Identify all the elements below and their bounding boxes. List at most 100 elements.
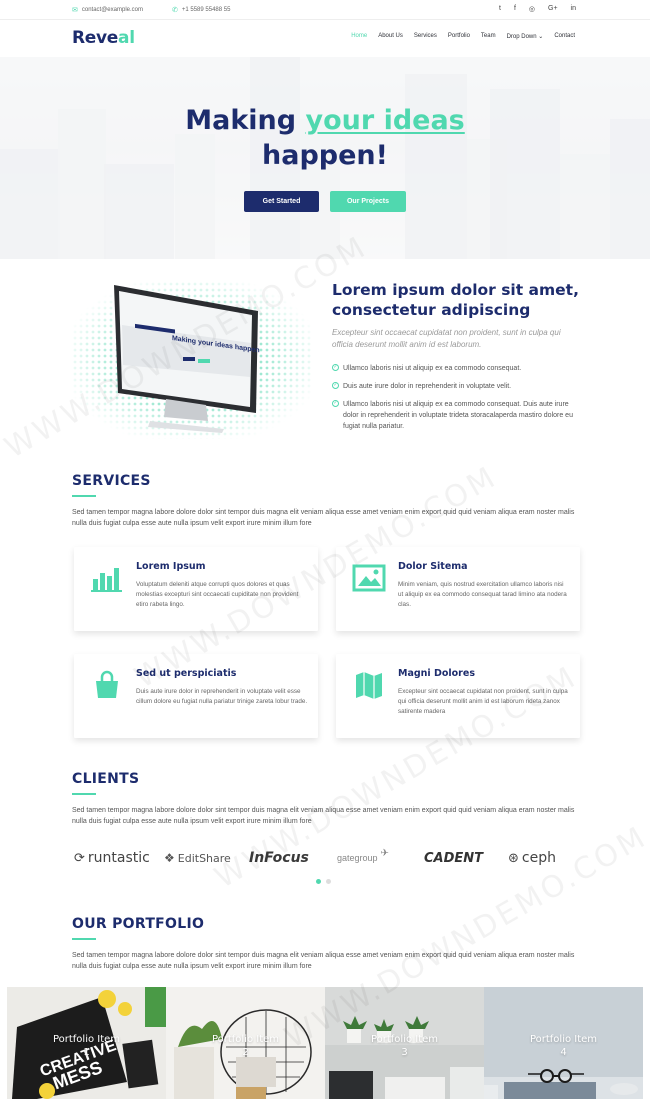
envelope-icon: ✉ xyxy=(72,7,78,14)
portfolio-item-title: Portfolio Item 3 xyxy=(325,1033,484,1059)
service-card[interactable]: Dolor Sitema Minim veniam, quis nostrud … xyxy=(336,547,580,631)
phone-text: +1 5589 55488 55 xyxy=(181,7,231,13)
carousel-dot-active[interactable] xyxy=(316,879,321,884)
google-plus-icon[interactable]: G+ xyxy=(548,5,558,13)
service-title: Dolor Sitema xyxy=(398,561,468,572)
check-text: Ullamco laboris nisi ut aliquip ex ea co… xyxy=(343,401,573,430)
client-logo-editshare[interactable]: ❖ EditShare xyxy=(164,846,231,870)
about-check-list: ✓ Ullamco laboris nisi ut aliquip ex ea c… xyxy=(332,363,582,439)
portfolio-title: OUR PORTFOLIO xyxy=(72,916,205,932)
main-nav: Home About Us Services Portfolio Team Dr… xyxy=(351,33,575,40)
portfolio-item-number: 3 xyxy=(401,1047,408,1058)
monitor-illustration: Making your ideas happen xyxy=(72,281,312,439)
section-underline xyxy=(72,938,96,940)
hero-title-accent: your ideas xyxy=(305,105,465,136)
nav-home[interactable]: Home xyxy=(351,33,367,40)
list-item: ✓ Ullamco laboris nisi ut aliquip ex ea c… xyxy=(332,399,582,432)
section-underline xyxy=(72,495,96,497)
service-card[interactable]: Lorem Ipsum Voluptatum deleniti atque co… xyxy=(74,547,318,631)
top-bar: ✉ contact@example.com ✆ +1 5589 55488 55… xyxy=(0,0,650,20)
about-title: Lorem ipsum dolor sit amet, consectetur … xyxy=(332,281,579,319)
portfolio-item[interactable]: Portfolio Item 3 xyxy=(325,987,484,1099)
nav-drop-down-label: Drop Down xyxy=(506,34,537,40)
section-underline xyxy=(72,793,96,795)
services-title: SERVICES xyxy=(72,473,151,489)
nav-drop-down[interactable]: Drop Down ⌄ xyxy=(507,33,544,40)
service-card[interactable]: Sed ut perspiciatis Duis aute irure dolo… xyxy=(74,654,318,738)
client-logo-runtastic[interactable]: ⟳ runtastic xyxy=(74,846,150,870)
list-item: ✓ Duis aute irure dolor in reprehenderit … xyxy=(332,381,582,392)
carousel-pagination xyxy=(316,879,331,884)
hero-title-text: Making xyxy=(185,105,306,136)
site-header: Reveal Home About Us Services Portfolio … xyxy=(0,20,650,57)
about-lead: Excepteur sint occaecat cupidatat non pr… xyxy=(332,328,561,349)
client-logo-cadent[interactable]: CADENT xyxy=(424,846,483,870)
check-icon: ✓ xyxy=(332,364,339,371)
portfolio-item-title: Portfolio Item 1 xyxy=(7,1033,166,1059)
service-text: Voluptatum deleniti atque corrupti quos … xyxy=(136,581,299,608)
client-name: runtastic xyxy=(87,850,150,866)
carousel-dot[interactable] xyxy=(326,879,331,884)
nav-contact[interactable]: Contact xyxy=(554,33,575,40)
portfolio-item-label: Portfolio Item xyxy=(52,1034,121,1045)
instagram-icon[interactable]: ◎ xyxy=(529,5,535,13)
portfolio-description: Sed tamen tempor magna labore dolore dol… xyxy=(72,952,575,970)
chevron-down-icon: ⌄ xyxy=(538,34,544,40)
linkedin-icon[interactable]: in xyxy=(571,5,576,13)
hero-section: Making your ideas happen! Get Started Ou… xyxy=(0,57,650,259)
hero-title-line2: happen! xyxy=(262,140,388,171)
portfolio-item[interactable]: Portfolio Item 2 xyxy=(166,987,325,1099)
bar-chart-icon xyxy=(91,568,122,592)
nav-team[interactable]: Team xyxy=(481,33,496,40)
client-logo-infocus[interactable]: InFocus xyxy=(249,846,309,870)
portfolio-item-number: 1 xyxy=(83,1047,90,1058)
portfolio-item-number: 2 xyxy=(242,1047,249,1058)
portfolio-item-label: Portfolio Item xyxy=(370,1034,439,1045)
nav-portfolio[interactable]: Portfolio xyxy=(448,33,470,40)
service-title: Magni Dolores xyxy=(398,668,475,679)
service-title: Sed ut perspiciatis xyxy=(136,668,237,679)
clients-carousel[interactable]: ⟳ runtastic ❖ EditShare InFocus gategroup ✈… xyxy=(72,846,572,870)
portfolio-item-label: Portfolio Item xyxy=(529,1034,598,1045)
nav-about-us[interactable]: About Us xyxy=(378,33,403,40)
our-projects-button[interactable]: Our Projects xyxy=(330,191,406,212)
nav-services[interactable]: Services xyxy=(414,33,437,40)
check-text: Duis aute irure dolor in reprehenderit i… xyxy=(343,383,512,390)
email-text: contact@example.com xyxy=(81,7,143,13)
social-links: t f ◎ G+ in xyxy=(499,5,576,13)
logo-main: Reve xyxy=(72,28,119,48)
portfolio-item[interactable]: Portfolio Item 4 xyxy=(484,987,643,1099)
client-name: InFocus xyxy=(249,850,309,866)
client-name: gategroup xyxy=(337,853,378,863)
client-name: EditShare xyxy=(177,851,231,865)
check-icon: ✓ xyxy=(332,382,339,389)
ceph-icon: ⊛ xyxy=(508,850,519,866)
logo[interactable]: Reveal xyxy=(72,28,135,48)
portfolio-grid: CREATIVE MESS Portfolio Item 1 Portfolio … xyxy=(7,987,643,1099)
services-description: Sed tamen tempor magna labore dolore dol… xyxy=(72,509,575,527)
portfolio-item-label: Portfolio Item xyxy=(211,1034,280,1045)
portfolio-item-title: Portfolio Item 2 xyxy=(166,1033,325,1059)
hero-title-line1: Making your ideas xyxy=(0,104,650,137)
check-text: Ullamco laboris nisi ut aliquip ex ea co… xyxy=(343,365,522,372)
phone-icon: ✆ xyxy=(172,7,178,14)
contact-phone[interactable]: ✆ +1 5589 55488 55 xyxy=(172,6,230,14)
service-text: Minim veniam, quis nostrud exercitation … xyxy=(398,581,567,608)
clients-title: CLIENTS xyxy=(72,771,140,787)
check-icon: ✓ xyxy=(332,400,339,407)
facebook-icon[interactable]: f xyxy=(514,5,516,13)
client-logo-gategroup[interactable]: gategroup ✈ xyxy=(337,846,389,870)
client-logo-ceph[interactable]: ⊛ ceph xyxy=(508,846,556,870)
portfolio-item-title: Portfolio Item 4 xyxy=(484,1033,643,1059)
twitter-icon[interactable]: t xyxy=(499,5,501,13)
client-name: CADENT xyxy=(424,850,484,866)
get-started-button[interactable]: Get Started xyxy=(244,191,319,212)
list-item: ✓ Ullamco laboris nisi ut aliquip ex ea c… xyxy=(332,363,582,374)
gategroup-icon: ✈ xyxy=(380,847,389,859)
portfolio-item[interactable]: CREATIVE MESS Portfolio Item 1 xyxy=(7,987,166,1099)
client-name: ceph xyxy=(521,850,556,866)
service-card[interactable]: Magni Dolores Excepteur sint occaecat cu… xyxy=(336,654,580,738)
contact-email[interactable]: ✉ contact@example.com xyxy=(72,6,143,14)
service-text: Excepteur sint occaecat cupidatat non pr… xyxy=(398,688,568,715)
logo-accent: al xyxy=(118,28,135,48)
